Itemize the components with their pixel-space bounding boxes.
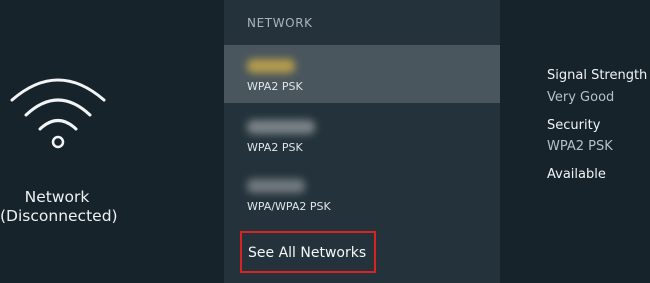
network-name-redacted	[247, 120, 315, 134]
network-list-item[interactable]: WPA2 PSK	[224, 45, 500, 103]
section-title: NETWORK	[247, 16, 313, 30]
network-list-pane: NETWORK WPA2 PSK WPA2 PSK WPA/WPA2 PSK S…	[224, 0, 500, 283]
network-connection-status: Network (Disconnected)	[0, 188, 118, 226]
network-status-title: Network	[24, 188, 90, 206]
network-status-pane: Network (Disconnected)	[0, 0, 222, 283]
signal-strength-value: Very Good	[547, 90, 615, 105]
see-all-networks-label: See All Networks	[248, 245, 367, 261]
wifi-icon	[10, 78, 106, 149]
network-security-type: WPA/WPA2 PSK	[247, 200, 331, 213]
see-all-networks-button[interactable]: See All Networks	[240, 231, 376, 273]
network-security-type: WPA2 PSK	[247, 141, 303, 154]
fire-tv-network-screen: Network (Disconnected) NETWORK WPA2 PSK …	[0, 0, 650, 283]
network-details-pane: Signal Strength Very Good Security WPA2 …	[547, 0, 650, 283]
network-list-item[interactable]: WPA/WPA2 PSK	[224, 165, 500, 223]
security-value: WPA2 PSK	[547, 139, 613, 154]
network-name-redacted	[247, 59, 295, 73]
network-name-redacted	[247, 179, 305, 193]
network-list-item[interactable]: WPA2 PSK	[224, 106, 500, 164]
availability-label: Available	[547, 167, 606, 182]
network-status-state: (Disconnected)	[0, 207, 118, 225]
security-label: Security	[547, 118, 601, 133]
network-security-type: WPA2 PSK	[247, 80, 303, 93]
signal-strength-label: Signal Strength	[547, 68, 648, 83]
